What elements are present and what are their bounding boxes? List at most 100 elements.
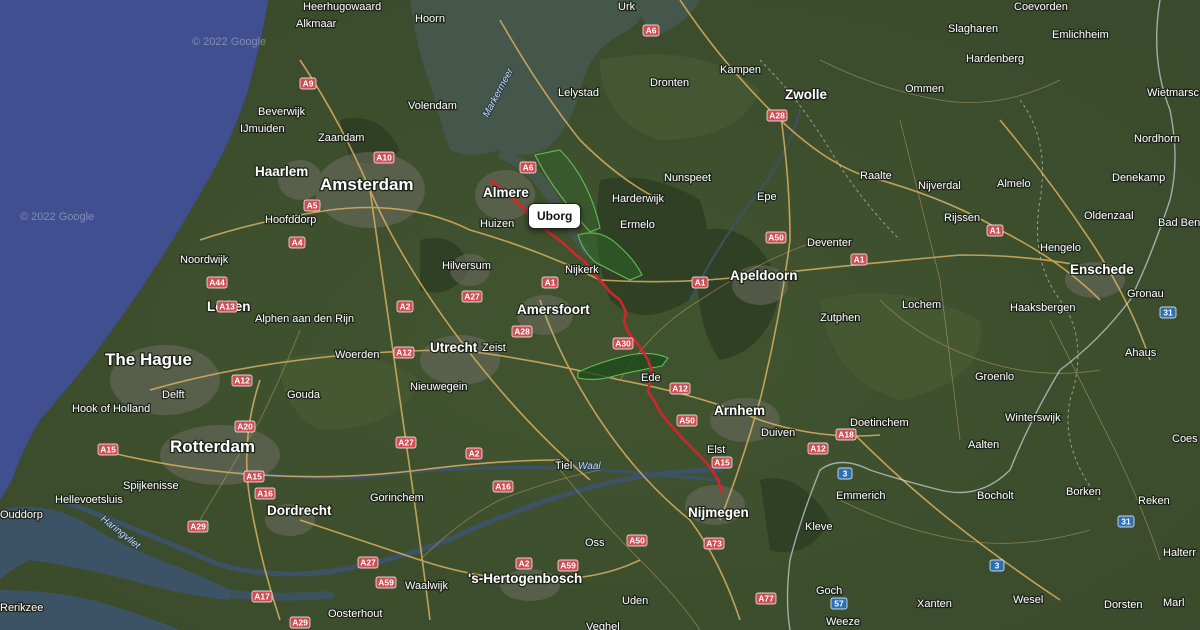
road-shield: A6 (642, 24, 660, 37)
city-label-urk: Urk (618, 1, 636, 13)
road-shield: A5 (303, 199, 321, 212)
svg-text:A2: A2 (519, 559, 530, 569)
svg-text:3: 3 (995, 561, 1000, 571)
svg-text:A5: A5 (307, 201, 318, 211)
city-label-amersfoort: Amersfoort (517, 302, 590, 317)
svg-text:A15: A15 (100, 445, 116, 455)
city-label-utrecht: Utrecht (430, 340, 478, 355)
road-shield: A1 (986, 224, 1004, 237)
svg-text:A13: A13 (219, 302, 235, 312)
road-shield: A15 (711, 456, 733, 469)
svg-text:A28: A28 (769, 111, 785, 121)
city-label-arnhem: Arnhem (714, 403, 765, 418)
road-shield: A1 (691, 276, 709, 289)
map-marker-uborg[interactable]: Uborg (528, 203, 582, 229)
svg-text:A27: A27 (360, 558, 376, 568)
road-shield: A28 (766, 109, 788, 122)
svg-text:57: 57 (834, 599, 844, 609)
road-shield: A16 (492, 480, 514, 493)
city-label-hilversum: Hilversum (442, 260, 491, 272)
city-label-alkmaar: Alkmaar (296, 18, 337, 30)
city-label-zutphen: Zutphen (820, 312, 860, 324)
city-label-uden: Uden (622, 595, 648, 607)
svg-text:A50: A50 (768, 233, 784, 243)
city-label-slagharen: Slagharen (948, 23, 998, 35)
city-label-rerikzee: Rerikzee (0, 602, 43, 614)
city-label-heerhugowaard: Heerhugowaard (303, 1, 381, 13)
city-label-emlichheim: Emlichheim (1052, 29, 1109, 41)
road-shield: A2 (465, 447, 483, 460)
road-shield: A27 (395, 436, 417, 449)
road-shield: A44 (206, 276, 228, 289)
road-shield: A2 (515, 557, 533, 570)
city-label-ommen: Ommen (905, 83, 944, 95)
city-label-groenlo: Groenlo (975, 371, 1014, 383)
map-canvas[interactable]: © 2022 Google © 2022 Google Markermeer W… (0, 0, 1200, 630)
svg-text:A27: A27 (398, 438, 414, 448)
svg-text:A59: A59 (560, 561, 576, 571)
svg-text:A17: A17 (254, 592, 270, 602)
city-label-tiel: Tiel (555, 460, 572, 472)
road-shield: A50 (676, 414, 698, 427)
road-shield: A16 (254, 487, 276, 500)
city-label-zaandam: Zaandam (318, 132, 364, 144)
road-shield: A73 (703, 537, 725, 550)
svg-text:A1: A1 (545, 278, 556, 288)
city-label-lochem: Lochem (902, 299, 941, 311)
road-shield: A1 (541, 276, 559, 289)
svg-text:A50: A50 (629, 536, 645, 546)
city-label-emmerich: Emmerich (836, 490, 886, 502)
city-label-xanten: Xanten (917, 598, 952, 610)
city-label-amsterdam: Amsterdam (320, 175, 414, 194)
road-shield: A29 (187, 520, 209, 533)
city-label-goch: Goch (816, 585, 842, 597)
city-label-gorinchem: Gorinchem (370, 492, 424, 504)
city-label-s-hertogenbosch: 's-Hertogenbosch (468, 571, 582, 586)
svg-text:A29: A29 (292, 618, 308, 628)
city-label-almere: Almere (483, 185, 529, 200)
city-label-harderwijk: Harderwijk (612, 193, 664, 205)
road-shield: A50 (626, 534, 648, 547)
road-shield: A20 (234, 420, 256, 433)
city-label-woerden: Woerden (335, 349, 379, 361)
city-label-apeldoorn: Apeldoorn (730, 268, 798, 283)
svg-text:A20: A20 (237, 422, 253, 432)
city-label-elst: Elst (707, 444, 725, 456)
city-label-enschede: Enschede (1070, 262, 1134, 277)
city-label-dronten: Dronten (650, 77, 689, 89)
svg-text:A73: A73 (706, 539, 722, 549)
city-label-dorsten: Dorsten (1104, 599, 1143, 611)
city-label-marl: Marl (1163, 597, 1184, 609)
city-label-hardenberg: Hardenberg (966, 53, 1024, 65)
road-shield: A9 (299, 77, 317, 90)
city-label-spijkenisse: Spijkenisse (123, 480, 179, 492)
city-label-kleve: Kleve (805, 521, 833, 533)
city-label-epe: Epe (757, 191, 777, 203)
road-shield: A28 (511, 325, 533, 338)
svg-text:A2: A2 (400, 302, 411, 312)
city-label-raalte: Raalte (860, 170, 892, 182)
svg-text:A1: A1 (854, 255, 865, 265)
city-label-zwolle: Zwolle (785, 87, 827, 102)
city-label-ahaus: Ahaus (1125, 347, 1157, 359)
city-label-lelystad: Lelystad (558, 87, 599, 99)
svg-text:A6: A6 (523, 163, 534, 173)
svg-text:A10: A10 (376, 153, 392, 163)
city-label-hook-of-holland: Hook of Holland (72, 403, 150, 415)
svg-text:A6: A6 (646, 26, 657, 36)
svg-text:A59: A59 (378, 578, 394, 588)
road-shield: A12 (231, 374, 253, 387)
city-label-hengelo: Hengelo (1040, 242, 1081, 254)
city-label-dordrecht: Dordrecht (267, 503, 332, 518)
city-label-hoofddorp: Hoofddorp (265, 214, 316, 226)
city-label-oldenzaal: Oldenzaal (1084, 210, 1134, 222)
route-shield: 31 (1117, 515, 1135, 528)
road-shield: A18 (835, 428, 857, 441)
svg-text:31: 31 (1121, 517, 1131, 527)
city-label-nordhorn: Nordhorn (1134, 133, 1180, 145)
city-label-rotterdam: Rotterdam (170, 437, 255, 456)
svg-text:A30: A30 (615, 339, 631, 349)
route-shield: 3 (837, 467, 853, 480)
svg-text:A15: A15 (714, 458, 730, 468)
svg-text:3: 3 (843, 469, 848, 479)
